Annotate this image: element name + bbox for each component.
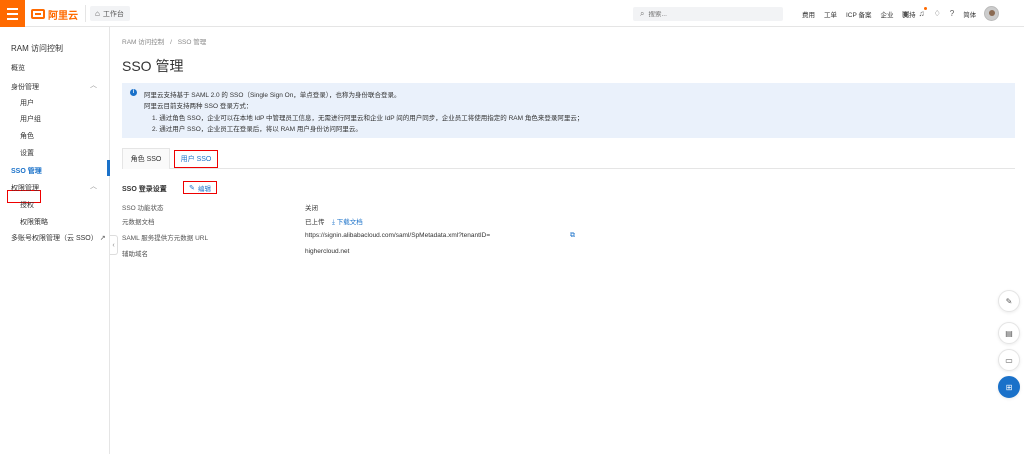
setting-label: SAML 服务提供方元数据 URL — [122, 235, 209, 242]
info-banner: i 阿里云支持基于 SAML 2.0 的 SSO（Single Sign On，… — [122, 83, 1015, 138]
lightbulb-icon[interactable]: ♢ — [934, 9, 941, 18]
breadcrumb-item: SSO 管理 — [177, 39, 207, 46]
setting-value: highercloud.net — [305, 248, 350, 255]
page-title: SSO 管理 — [122, 58, 184, 74]
help-icon[interactable]: ? — [950, 9, 954, 18]
download-doc-link[interactable]: ⤓ 下载文档 — [332, 216, 363, 227]
clipboard-icon[interactable]: ▤ — [998, 322, 1020, 344]
pencil-icon[interactable]: ✎ — [998, 290, 1020, 312]
link-icp[interactable]: ICP 备案 — [846, 9, 872, 19]
sidebar-item-users[interactable]: 用户 — [20, 98, 34, 108]
logo-icon — [31, 9, 45, 19]
info-line: 2. 通过用户 SSO，企业员工在登录后，将以 RAM 用户身份访问阿里云。 — [152, 126, 362, 133]
edit-label: 编辑 — [197, 185, 211, 193]
external-link-icon: ↗ — [99, 235, 106, 242]
info-line: 阿里云目前支持两种 SSO 登录方式： — [144, 103, 253, 110]
search-input[interactable] — [648, 10, 769, 18]
setting-label: 辅助域名 — [122, 251, 148, 258]
sidebar-item-label: 多账号权限管理（云 SSO） — [11, 235, 98, 242]
sidebar-item-policies[interactable]: 权限策略 — [20, 217, 48, 227]
setting-value: 已上传 — [305, 219, 325, 226]
info-line: 阿里云支持基于 SAML 2.0 的 SSO（Single Sign On，单点… — [144, 92, 401, 99]
edit-button[interactable]: ✎ 编辑 — [183, 181, 217, 194]
hamburger-menu-button[interactable] — [0, 0, 25, 27]
setting-value: https://signin.alibabacloud.com/saml/SpM… — [305, 232, 491, 239]
section-title: SSO 登录设置 — [122, 186, 167, 193]
sidebar-item-settings[interactable]: 设置 — [20, 148, 34, 158]
terminal-icon[interactable]: ▣ — [902, 9, 910, 18]
setting-label: 元数据文档 — [122, 219, 155, 226]
link-billing[interactable]: 费用 — [802, 9, 815, 19]
logo-text: 阿里云 — [48, 10, 78, 22]
copy-icon[interactable]: ⧉ — [570, 232, 575, 240]
workbench-button[interactable]: ⌂ 工作台 — [90, 6, 130, 21]
breadcrumb-item[interactable]: RAM 访问控制 — [122, 39, 164, 46]
divider — [85, 5, 86, 22]
info-icon: i — [130, 89, 137, 96]
search-box[interactable]: ⌕ — [633, 7, 783, 21]
active-indicator — [107, 160, 110, 176]
setting-label: SSO 功能状态 — [122, 205, 164, 212]
apps-grid-icon[interactable]: ⊞ — [998, 376, 1020, 398]
sidebar-title: RAM 访问控制 — [11, 44, 63, 53]
sidebar-item-permissions[interactable]: 权限管理 — [11, 183, 39, 193]
chat-icon[interactable]: ▭ — [998, 349, 1020, 371]
sidebar-item-overview[interactable]: 概览 — [11, 63, 25, 73]
download-label: 下载文档 — [336, 219, 363, 226]
sidebar-item-roles[interactable]: 角色 — [20, 131, 34, 141]
avatar[interactable] — [984, 6, 1000, 21]
sidebar-item-identity[interactable]: 身份管理 — [11, 82, 39, 92]
tab-bar: 角色 SSO 用户 SSO — [122, 148, 1015, 169]
home-icon: ⌂ — [95, 9, 100, 18]
workbench-label: 工作台 — [102, 10, 124, 18]
search-icon: ⌕ — [640, 9, 645, 18]
setting-value: 关闭 — [305, 205, 318, 212]
chevron-up-icon[interactable]: ︿ — [90, 181, 97, 191]
language-switch[interactable]: 简体 — [963, 9, 976, 19]
breadcrumb: RAM 访问控制 / SSO 管理 — [122, 39, 207, 46]
sidebar-item-grants[interactable]: 授权 — [20, 200, 34, 210]
download-icon: ⤓ — [332, 219, 335, 226]
sidebar: RAM 访问控制 概览 身份管理 ︿ 用户 用户组 角色 设置 SSO 管理 权… — [0, 27, 110, 454]
sidebar-item-groups[interactable]: 用户组 — [20, 114, 41, 124]
top-icons: ▣ ♫ ♢ ? 简体 — [902, 0, 1000, 27]
chevron-up-icon[interactable]: ︿ — [90, 80, 97, 90]
bell-icon[interactable]: ♫ — [919, 7, 927, 18]
sidebar-item-cloud-sso[interactable]: 多账号权限管理（云 SSO） ↗ — [11, 233, 106, 243]
link-tickets[interactable]: 工单 — [824, 9, 837, 19]
pencil-icon: ✎ — [189, 184, 195, 192]
tab-role-sso[interactable]: 角色 SSO — [122, 148, 170, 169]
tab-user-sso[interactable]: 用户 SSO — [174, 150, 218, 168]
info-line: 1. 通过角色 SSO，企业可以在本地 IdP 中管理员工信息，无需进行阿里云和… — [152, 115, 584, 122]
sidebar-item-sso[interactable]: SSO 管理 — [11, 166, 42, 176]
brand-logo[interactable]: 阿里云 — [31, 8, 78, 22]
top-navbar: 阿里云 ⌂ 工作台 ⌕ 费用 工单 ICP 备案 企业 支持 ▣ ♫ ♢ ? 简… — [0, 0, 1024, 27]
sidebar-collapse-button[interactable]: ‹ — [110, 235, 118, 255]
link-enterprise[interactable]: 企业 — [881, 9, 894, 19]
